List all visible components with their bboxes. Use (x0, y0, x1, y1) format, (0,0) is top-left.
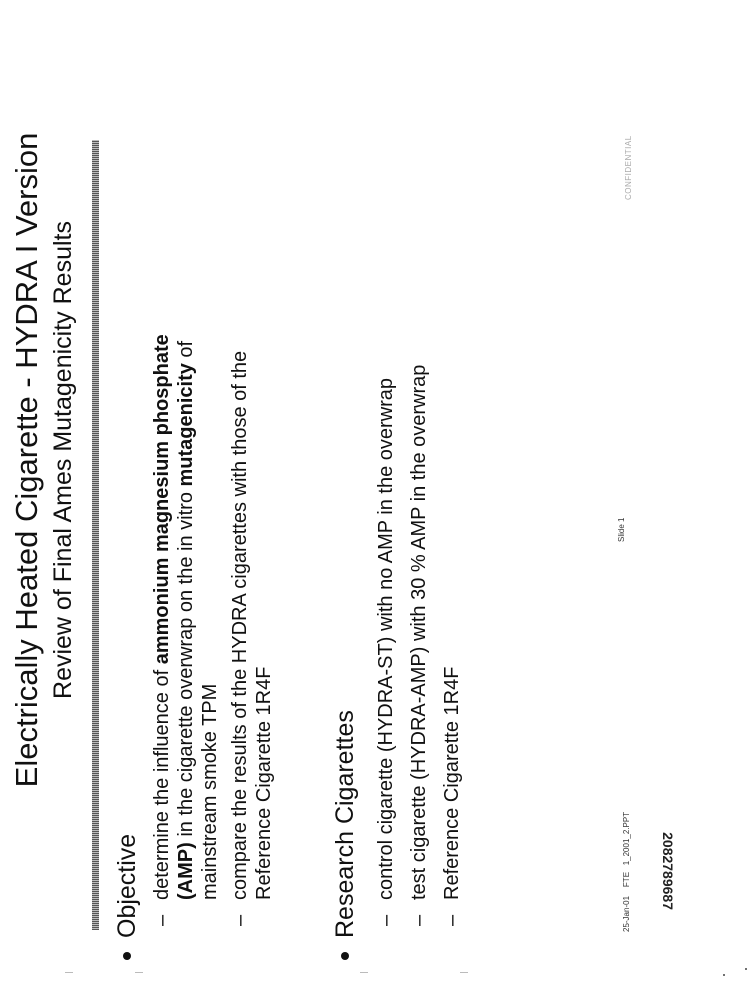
section-research-cigarettes: Research Cigarettes (330, 710, 360, 960)
bates-number: 2082789687 (660, 832, 676, 910)
dash-marker: – (441, 914, 463, 926)
bullet-dot (341, 952, 349, 960)
slide-page: Electrically Heated Cigarette - HYDRA I … (0, 0, 754, 1000)
scan-speck (460, 972, 468, 973)
section-objective: Objective (112, 833, 142, 960)
objective-item-2: – compare the results of the HYDRA cigar… (228, 60, 276, 926)
footer-confidential: CONFIDENTIAL (624, 135, 633, 200)
research-item-text: test cigarette (HYDRA-AMP) with 30 % AMP… (408, 364, 430, 900)
slide-subtitle: Review of Final Ames Mutagenicity Result… (49, 221, 77, 699)
scan-speck (360, 972, 368, 973)
objective-item-1-line3: mainstream smoke TPM (199, 683, 221, 900)
objective-item-1-line2: (AMP) in the cigarette overwrap on the i… (175, 340, 197, 900)
footer-slide-number: Slide 1 (617, 517, 626, 542)
scan-speck (745, 968, 747, 970)
objective-item-1: – determine the influence of ammonium ma… (150, 60, 222, 926)
research-item-text: control cigarette (HYDRA-ST) with no AMP… (375, 377, 397, 900)
dash-marker: – (408, 914, 430, 926)
research-item-1: – control cigarette (HYDRA-ST) with no A… (374, 60, 398, 926)
section-heading: Research Cigarettes (331, 710, 359, 938)
title-divider (92, 140, 99, 930)
objective-item-1-line1: determine the influence of ammonium magn… (151, 334, 173, 900)
scan-speck (65, 972, 73, 973)
footer-file: 1_2001_2.PPT (622, 811, 631, 866)
dash-marker: – (151, 914, 173, 926)
slide-title: Electrically Heated Cigarette - HYDRA I … (9, 132, 44, 788)
section-heading: Objective (113, 833, 141, 938)
objective-item-2-line1: compare the results of the HYDRA cigaret… (229, 350, 251, 900)
footer-left: 25-Jan-01 FTE 1_2001_2.PPT (622, 812, 631, 932)
footer-code: FTE (622, 871, 631, 888)
footer-date: 25-Jan-01 (622, 895, 631, 932)
dash-marker: – (375, 914, 397, 926)
scan-speck (135, 972, 143, 973)
research-item-text: Reference Cigarette 1R4F (441, 666, 463, 900)
scan-speck (723, 974, 725, 976)
research-item-2: – test cigarette (HYDRA-AMP) with 30 % A… (407, 60, 431, 926)
dash-marker: – (229, 914, 251, 926)
objective-item-2-line2: Reference Cigarette 1R4F (253, 666, 275, 900)
research-item-3: – Reference Cigarette 1R4F (440, 60, 464, 926)
bullet-dot (123, 952, 131, 960)
